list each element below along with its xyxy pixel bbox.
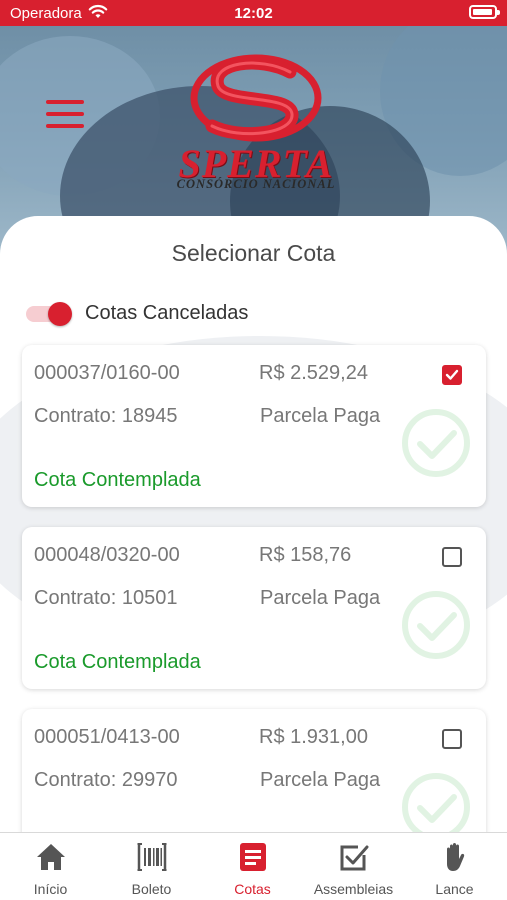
- cotas-canceladas-toggle[interactable]: [26, 302, 74, 326]
- brand-tagline: CONSÓRCIO NACIONAL: [176, 177, 336, 191]
- hamburger-line: [46, 112, 84, 116]
- document-icon: [240, 843, 266, 871]
- battery-icon: [469, 5, 500, 19]
- bottom-tab-bar: Início Boleto Cotas Assembleias Lance: [0, 832, 507, 900]
- page-title: Selecionar Cota: [171, 240, 336, 266]
- select-checkbox[interactable]: [442, 365, 462, 385]
- status-bar: Operadora 12:02: [0, 0, 507, 26]
- select-checkbox[interactable]: [442, 729, 462, 749]
- home-icon: [37, 844, 65, 870]
- contract-number: Contrato: 29970: [34, 769, 178, 791]
- hamburger-line: [46, 100, 84, 104]
- tab-boleto[interactable]: Boleto: [101, 833, 202, 900]
- tab-cotas[interactable]: Cotas: [202, 833, 303, 900]
- cota-value: R$ 2.529,24: [259, 362, 368, 384]
- cota-card[interactable]: 000048/0320-00 R$ 158,76 Contrato: 10501…: [22, 527, 486, 689]
- contemplated-status: Cota Contemplada: [34, 469, 201, 491]
- tab-label: Boleto: [131, 881, 172, 897]
- toggle-label: Cotas Canceladas: [85, 302, 249, 324]
- paid-check-icon: [402, 591, 470, 659]
- contract-number: Contrato: 10501: [34, 587, 178, 609]
- checkmark-icon: [445, 369, 459, 380]
- cota-number: 000051/0413-00: [34, 726, 180, 748]
- cota-number: 000048/0320-00: [34, 544, 180, 566]
- cota-number: 000037/0160-00: [34, 362, 180, 384]
- tab-assembleias[interactable]: Assembleias: [303, 833, 404, 900]
- installment-status: Parcela Paga: [260, 769, 381, 791]
- tab-label: Início: [33, 881, 68, 897]
- tab-label: Cotas: [234, 881, 271, 897]
- paid-check-icon: [402, 409, 470, 477]
- cota-selection-sheet: Selecionar Cota Cotas Canceladas 000037/…: [0, 216, 507, 832]
- paid-check-icon: [402, 773, 470, 832]
- clock: 12:02: [234, 5, 273, 22]
- hamburger-line: [46, 124, 84, 128]
- hand-icon: [447, 843, 465, 871]
- installment-status: Parcela Paga: [260, 405, 381, 427]
- tab-label: Assembleias: [313, 881, 394, 897]
- select-checkbox[interactable]: [442, 547, 462, 567]
- menu-button[interactable]: [46, 100, 84, 134]
- contemplated-status: Cota Contemplada: [34, 651, 201, 673]
- barcode-icon: [137, 843, 167, 871]
- cota-card[interactable]: 000051/0413-00 R$ 1.931,00 Contrato: 299…: [22, 709, 486, 832]
- cota-value: R$ 1.931,00: [259, 726, 368, 748]
- checkbox-icon: [340, 845, 369, 871]
- tab-lance[interactable]: Lance: [404, 833, 505, 900]
- contract-number: Contrato: 18945: [34, 405, 178, 427]
- tab-inicio[interactable]: Início: [0, 833, 101, 900]
- tab-label: Lance: [435, 881, 474, 897]
- cota-card[interactable]: 000037/0160-00 R$ 2.529,24 Contrato: 189…: [22, 345, 486, 507]
- installment-status: Parcela Paga: [260, 587, 381, 609]
- cota-value: R$ 158,76: [259, 544, 352, 566]
